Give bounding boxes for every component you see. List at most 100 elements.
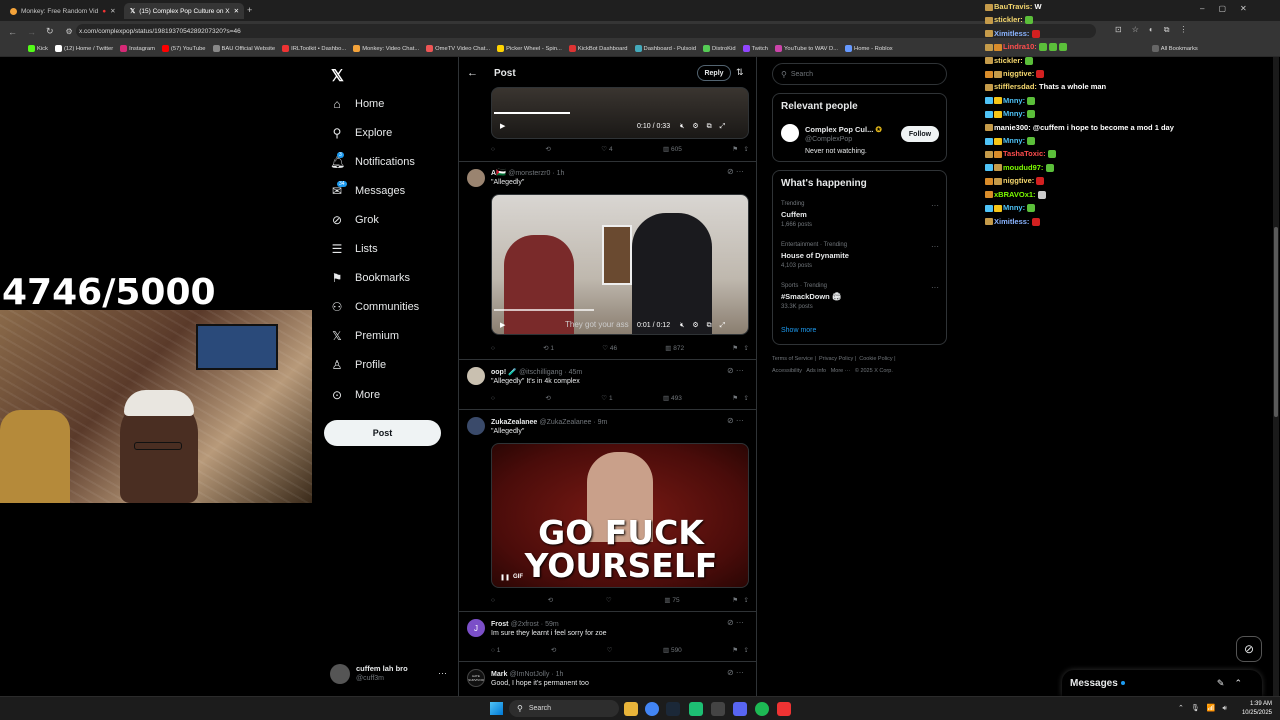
bookmark-ometv[interactable]: OmeTV Video Chat... xyxy=(426,45,490,53)
video-player[interactable]: They got your ass ▶ 0:01 / 0:12 🔇︎⚙⧉⤢ xyxy=(491,194,749,335)
post-button[interactable]: Post xyxy=(324,420,441,446)
like-icon[interactable]: ♡ xyxy=(607,646,613,654)
play-icon[interactable]: ▶ xyxy=(500,122,505,130)
bookmark-icon[interactable]: ⚑ ⇪ xyxy=(732,145,749,153)
nav-notifications[interactable]: 🔔︎ 3 Notifications xyxy=(330,152,415,172)
bookmark-yt-wav[interactable]: YouTube to WAV D... xyxy=(775,45,838,53)
app-icon-2[interactable] xyxy=(777,702,791,716)
more-link[interactable]: More ··· xyxy=(831,368,851,374)
scrollbar-thumb[interactable] xyxy=(1274,227,1278,417)
retweet-icon[interactable]: ⟲ xyxy=(551,646,556,654)
bookmark-roblox[interactable]: Home - Roblox xyxy=(845,45,893,53)
tweet-menu-icon[interactable]: ⊘ ··· xyxy=(727,366,744,375)
views-count[interactable]: ▥ 493 xyxy=(663,394,682,402)
trend-item[interactable]: Sports · Trending #SmackDown 🏟 33.3K pos… xyxy=(781,283,841,310)
windows-start-icon[interactable] xyxy=(490,702,503,715)
video-player[interactable]: ▶ 0:10 / 0:33 🔇︎⚙⧉⤢ xyxy=(491,87,749,139)
reply-icon[interactable]: ○ xyxy=(491,597,495,604)
avatar[interactable] xyxy=(467,367,485,385)
follow-button[interactable]: Follow xyxy=(901,126,939,142)
taskbar-search[interactable]: ⚲ Search xyxy=(509,700,619,717)
play-icon[interactable]: ▶ xyxy=(500,321,505,329)
like-button[interactable]: ♡ 46 xyxy=(602,344,617,352)
pause-icon[interactable]: ❚❚ xyxy=(500,574,510,581)
nav-messages[interactable]: ✉ 34 Messages xyxy=(330,181,405,201)
bookmark-twitter[interactable]: (12) Home / Twitter xyxy=(54,45,113,53)
chrome-icon[interactable] xyxy=(645,702,659,716)
gif-media[interactable]: GO FUCK YOURSELF ❚❚ GIF xyxy=(491,443,749,588)
tweet-menu-icon[interactable]: ⊘ ··· xyxy=(727,416,744,425)
reply-button[interactable]: Reply xyxy=(697,65,731,81)
bookmark-kick[interactable]: Kick xyxy=(28,45,48,53)
retweet-icon[interactable]: ⟲ xyxy=(548,596,553,604)
bookmark-icon[interactable]: ⚑ ⇪ xyxy=(732,394,749,402)
video-progress[interactable] xyxy=(494,112,570,114)
video-controls-icons[interactable]: 🔇︎⚙⧉⤢ xyxy=(680,122,733,131)
nav-grok[interactable]: ⊘ Grok xyxy=(330,210,379,230)
avatar[interactable] xyxy=(781,124,799,142)
video-progress[interactable] xyxy=(494,309,594,311)
views-count[interactable]: ▥ 872 xyxy=(665,344,684,352)
nav-profile[interactable]: ♙ Profile xyxy=(330,355,387,375)
bookmark-icon[interactable]: ⚑ ⇪ xyxy=(732,646,749,654)
tweet-menu-icon[interactable]: ⊘ ··· xyxy=(727,618,744,627)
bookmark-bau[interactable]: BAU Official Website xyxy=(212,45,275,53)
system-tray-icons[interactable]: ⌃🎙︎📶🔊︎ xyxy=(1178,704,1234,713)
trend-menu-icon[interactable]: ··· xyxy=(931,201,939,210)
nav-bookmarks[interactable]: ⚑ Bookmarks xyxy=(330,268,410,288)
tos-link[interactable]: Terms of Service xyxy=(772,356,813,362)
nav-premium[interactable]: 𝕏 Premium xyxy=(330,326,399,346)
bookmark-youtube[interactable]: (57) YouTube xyxy=(161,45,206,53)
retweet-button[interactable]: ⟲ 1 xyxy=(543,344,554,352)
reload-icon[interactable]: ↻ xyxy=(46,26,54,37)
reply-button[interactable]: ○ 1 xyxy=(491,647,500,654)
show-more-link[interactable]: Show more xyxy=(781,327,816,334)
reply-icon[interactable]: ○ xyxy=(491,146,495,153)
steam-icon[interactable] xyxy=(666,702,680,716)
back-icon[interactable]: ← xyxy=(8,27,17,37)
nav-explore[interactable]: ⚲ Explore xyxy=(330,123,393,143)
like-button[interactable]: ♡ 1 xyxy=(601,394,612,402)
bookmark-icon[interactable]: ⚑ ⇪ xyxy=(732,596,749,604)
bookmark-irltoolkit[interactable]: IRLToolkit • Dashbo... xyxy=(282,45,346,53)
bookmark-icon[interactable]: ⚑ ⇪ xyxy=(732,344,749,352)
close-icon[interactable]: ✕ xyxy=(234,7,239,15)
forward-icon[interactable]: → xyxy=(27,27,36,37)
settings-icon[interactable]: ⇅ xyxy=(736,67,744,78)
messages-drawer[interactable]: Messages ✎⌃ xyxy=(1062,670,1262,696)
views-count[interactable]: ▥ 605 xyxy=(663,145,682,153)
nav-more[interactable]: ⊙ More xyxy=(330,385,380,405)
bookmark-picker[interactable]: Picker Wheel - Spin... xyxy=(497,45,562,53)
account-menu-icon[interactable]: ··· xyxy=(438,668,447,678)
tab-monkey[interactable]: Monkey: Free Random Vid ● ✕ xyxy=(4,3,122,19)
trend-menu-icon[interactable]: ··· xyxy=(931,242,939,251)
retweet-icon[interactable]: ⟲ xyxy=(545,394,550,402)
privacy-link[interactable]: Privacy Policy xyxy=(819,356,853,362)
avatar[interactable]: J xyxy=(467,619,485,637)
reply-icon[interactable]: ○ xyxy=(491,345,495,352)
bookmark-pulsoid[interactable]: Dashboard - Pulsoid xyxy=(634,45,696,53)
cookie-link[interactable]: Cookie Policy xyxy=(859,356,892,362)
views-count[interactable]: ▥ 75 xyxy=(664,596,679,604)
new-tab-button[interactable]: + xyxy=(247,5,252,15)
avatar[interactable]: HATE SURVIVOR xyxy=(467,669,485,687)
bookmark-instagram[interactable]: Instagram xyxy=(120,45,155,53)
site-info-icon[interactable]: ⚙ xyxy=(66,27,73,36)
search-box[interactable]: ⚲ Search xyxy=(772,63,947,85)
tweet-menu-icon[interactable]: ⊘ ··· xyxy=(727,668,744,677)
avatar[interactable] xyxy=(467,169,485,187)
video-controls-icons[interactable]: 🔇︎⚙⧉⤢ xyxy=(680,321,733,330)
close-icon[interactable]: ✕ xyxy=(110,7,115,15)
views-count[interactable]: ▥ 590 xyxy=(663,646,682,654)
bookmark-distrokid[interactable]: DistroKid xyxy=(703,45,736,53)
accessibility-link[interactable]: Accessibility xyxy=(772,368,802,374)
bookmark-twitch[interactable]: Twitch xyxy=(742,45,768,53)
discord-icon[interactable] xyxy=(733,702,747,716)
tweet-menu-icon[interactable]: ⊘ ··· xyxy=(727,167,744,176)
nav-communities[interactable]: ⚇ Communities xyxy=(330,297,420,317)
file-explorer-icon[interactable] xyxy=(624,702,638,716)
trend-menu-icon[interactable]: ··· xyxy=(931,283,939,292)
nav-lists[interactable]: ☰ Lists xyxy=(330,239,378,259)
retweet-icon[interactable]: ⟲ xyxy=(545,145,550,153)
address-bar[interactable]: x.com/complexpop/status/1981937054289207… xyxy=(76,24,1096,38)
